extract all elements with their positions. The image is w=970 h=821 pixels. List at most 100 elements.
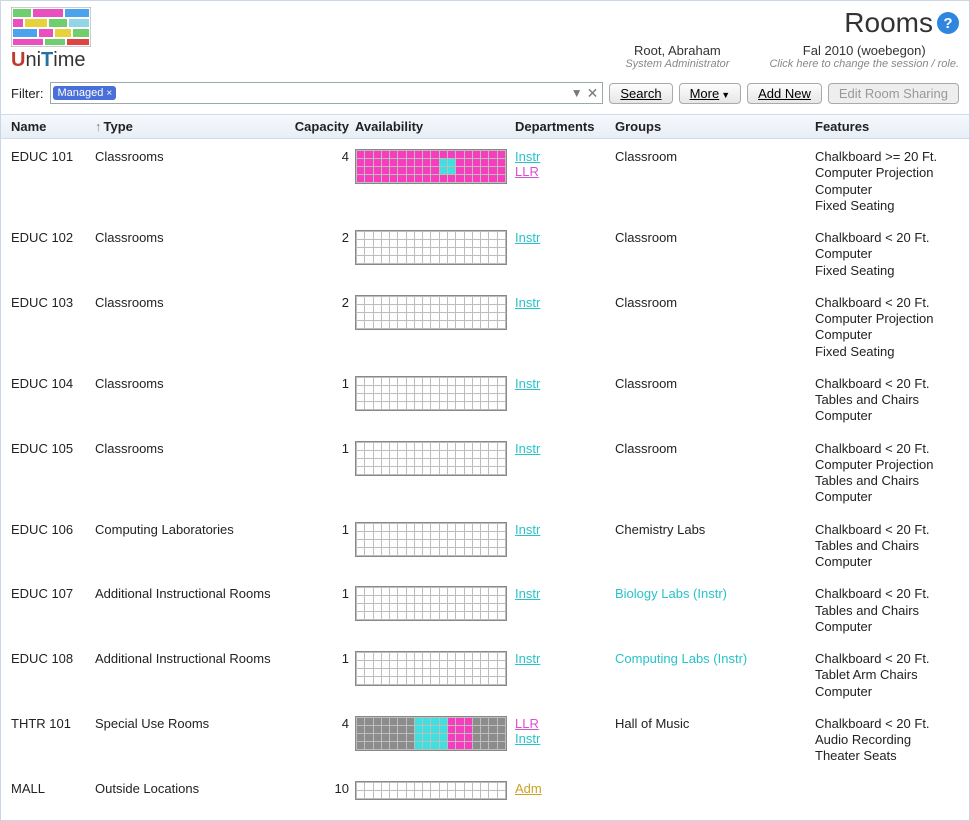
room-availability bbox=[355, 149, 515, 184]
availability-grid bbox=[355, 781, 507, 800]
help-icon[interactable]: ? bbox=[937, 12, 959, 34]
col-availability[interactable]: Availability bbox=[355, 119, 515, 134]
feature-item: Chalkboard < 20 Ft. bbox=[815, 651, 955, 667]
room-capacity: 1 bbox=[285, 586, 355, 601]
room-groups: Biology Labs (Instr) bbox=[615, 586, 815, 601]
table-row[interactable]: EDUC 103Classrooms2InstrClassroomChalkbo… bbox=[11, 289, 959, 370]
room-name: EDUC 101 bbox=[11, 149, 95, 164]
department-link[interactable]: Instr bbox=[515, 441, 615, 456]
availability-grid bbox=[355, 586, 507, 621]
search-button[interactable]: Search bbox=[609, 83, 672, 104]
department-link[interactable]: Instr bbox=[515, 376, 615, 391]
more-button[interactable]: More▼ bbox=[679, 83, 742, 104]
department-link[interactable]: Instr bbox=[515, 731, 615, 746]
user-block[interactable]: Root, Abraham System Administrator bbox=[625, 43, 729, 70]
group-label: Chemistry Labs bbox=[615, 522, 815, 537]
table-row[interactable]: EDUC 108Additional Instructional Rooms1I… bbox=[11, 645, 959, 710]
col-groups[interactable]: Groups bbox=[615, 119, 815, 134]
group-label: Classroom bbox=[615, 295, 815, 310]
room-groups: Classroom bbox=[615, 441, 815, 456]
room-availability bbox=[355, 376, 515, 411]
department-link[interactable]: Instr bbox=[515, 149, 615, 164]
feature-item: Audio Recording bbox=[815, 732, 955, 748]
feature-item: Tables and Chairs bbox=[815, 473, 955, 489]
room-features: Chalkboard < 20 Ft.ComputerFixed Seating bbox=[815, 230, 955, 279]
group-link[interactable]: Computing Labs (Instr) bbox=[615, 651, 815, 666]
feature-item: Chalkboard < 20 Ft. bbox=[815, 522, 955, 538]
table-row[interactable]: MALLOutside Locations10Adm bbox=[11, 775, 959, 810]
room-availability bbox=[355, 781, 515, 800]
room-capacity: 4 bbox=[285, 149, 355, 164]
room-departments: Instr bbox=[515, 295, 615, 310]
department-link[interactable]: Adm bbox=[515, 781, 615, 796]
chip-remove-icon[interactable]: × bbox=[106, 88, 112, 99]
feature-item: Tables and Chairs bbox=[815, 392, 955, 408]
col-departments[interactable]: Departments bbox=[515, 119, 615, 134]
filter-chip-label: Managed bbox=[58, 87, 104, 99]
room-type: Classrooms bbox=[95, 149, 285, 164]
feature-item: Chalkboard < 20 Ft. bbox=[815, 441, 955, 457]
table-row[interactable]: EDUC 102Classrooms2InstrClassroomChalkbo… bbox=[11, 224, 959, 289]
room-availability bbox=[355, 295, 515, 330]
group-label: Classroom bbox=[615, 441, 815, 456]
room-type: Classrooms bbox=[95, 441, 285, 456]
room-name: EDUC 108 bbox=[11, 651, 95, 666]
page-title: Rooms bbox=[844, 7, 933, 39]
room-groups: Hall of Music bbox=[615, 716, 815, 731]
table-row[interactable]: EDUC 101Classrooms4InstrLLRClassroomChal… bbox=[11, 143, 959, 224]
logo-icon bbox=[11, 7, 91, 47]
room-type: Computing Laboratories bbox=[95, 522, 285, 537]
group-label: Classroom bbox=[615, 230, 815, 245]
room-availability bbox=[355, 716, 515, 751]
department-link[interactable]: LLR bbox=[515, 716, 615, 731]
feature-item: Theater Seats bbox=[815, 748, 955, 764]
filter-dropdown-icon[interactable]: ▼ bbox=[571, 86, 583, 100]
app-logo[interactable]: UniTime bbox=[11, 7, 91, 72]
filter-clear-icon[interactable]: ✕ bbox=[585, 85, 601, 102]
feature-item: Fixed Seating bbox=[815, 263, 955, 279]
chevron-down-icon: ▼ bbox=[721, 90, 730, 100]
session-block[interactable]: Fal 2010 (woebegon) Click here to change… bbox=[769, 43, 959, 70]
col-features[interactable]: Features bbox=[815, 119, 955, 134]
department-link[interactable]: Instr bbox=[515, 230, 615, 245]
room-groups: Classroom bbox=[615, 295, 815, 310]
filter-input[interactable]: Managed × ▼ ✕ bbox=[50, 82, 604, 104]
availability-grid bbox=[355, 441, 507, 476]
department-link[interactable]: Instr bbox=[515, 295, 615, 310]
department-link[interactable]: Instr bbox=[515, 522, 615, 537]
room-groups: Classroom bbox=[615, 149, 815, 164]
table-row[interactable]: EDUC 107Additional Instructional Rooms1I… bbox=[11, 580, 959, 645]
add-new-button[interactable]: Add New bbox=[747, 83, 822, 104]
room-departments: InstrLLR bbox=[515, 149, 615, 179]
group-label: Classroom bbox=[615, 149, 815, 164]
room-capacity: 10 bbox=[285, 781, 355, 796]
col-capacity[interactable]: Capacity bbox=[285, 119, 355, 134]
table-row[interactable]: EDUC 105Classrooms1InstrClassroomChalkbo… bbox=[11, 435, 959, 516]
room-departments: Instr bbox=[515, 230, 615, 245]
department-link[interactable]: Instr bbox=[515, 651, 615, 666]
room-type: Outside Locations bbox=[95, 781, 285, 796]
room-features: Chalkboard < 20 Ft.Audio RecordingTheate… bbox=[815, 716, 955, 765]
group-link[interactable]: Biology Labs (Instr) bbox=[615, 586, 815, 601]
department-link[interactable]: Instr bbox=[515, 586, 615, 601]
table-row[interactable]: EDUC 106Computing Laboratories1InstrChem… bbox=[11, 516, 959, 581]
room-name: EDUC 104 bbox=[11, 376, 95, 391]
col-name[interactable]: Name bbox=[11, 119, 95, 134]
availability-grid bbox=[355, 230, 507, 265]
feature-item: Fixed Seating bbox=[815, 198, 955, 214]
filter-label: Filter: bbox=[11, 86, 44, 101]
room-capacity: 2 bbox=[285, 230, 355, 245]
room-availability bbox=[355, 230, 515, 265]
table-row[interactable]: THTR 101Special Use Rooms4LLRInstrHall o… bbox=[11, 710, 959, 775]
department-link[interactable]: LLR bbox=[515, 164, 615, 179]
room-capacity: 1 bbox=[285, 651, 355, 666]
room-departments: Instr bbox=[515, 586, 615, 601]
room-availability bbox=[355, 586, 515, 621]
col-type[interactable]: ↑Type bbox=[95, 119, 285, 134]
group-label: Classroom bbox=[615, 376, 815, 391]
filter-chip-managed[interactable]: Managed × bbox=[53, 86, 117, 100]
room-groups: Chemistry Labs bbox=[615, 522, 815, 537]
feature-item: Computer bbox=[815, 408, 955, 424]
feature-item: Chalkboard < 20 Ft. bbox=[815, 230, 955, 246]
table-row[interactable]: EDUC 104Classrooms1InstrClassroomChalkbo… bbox=[11, 370, 959, 435]
